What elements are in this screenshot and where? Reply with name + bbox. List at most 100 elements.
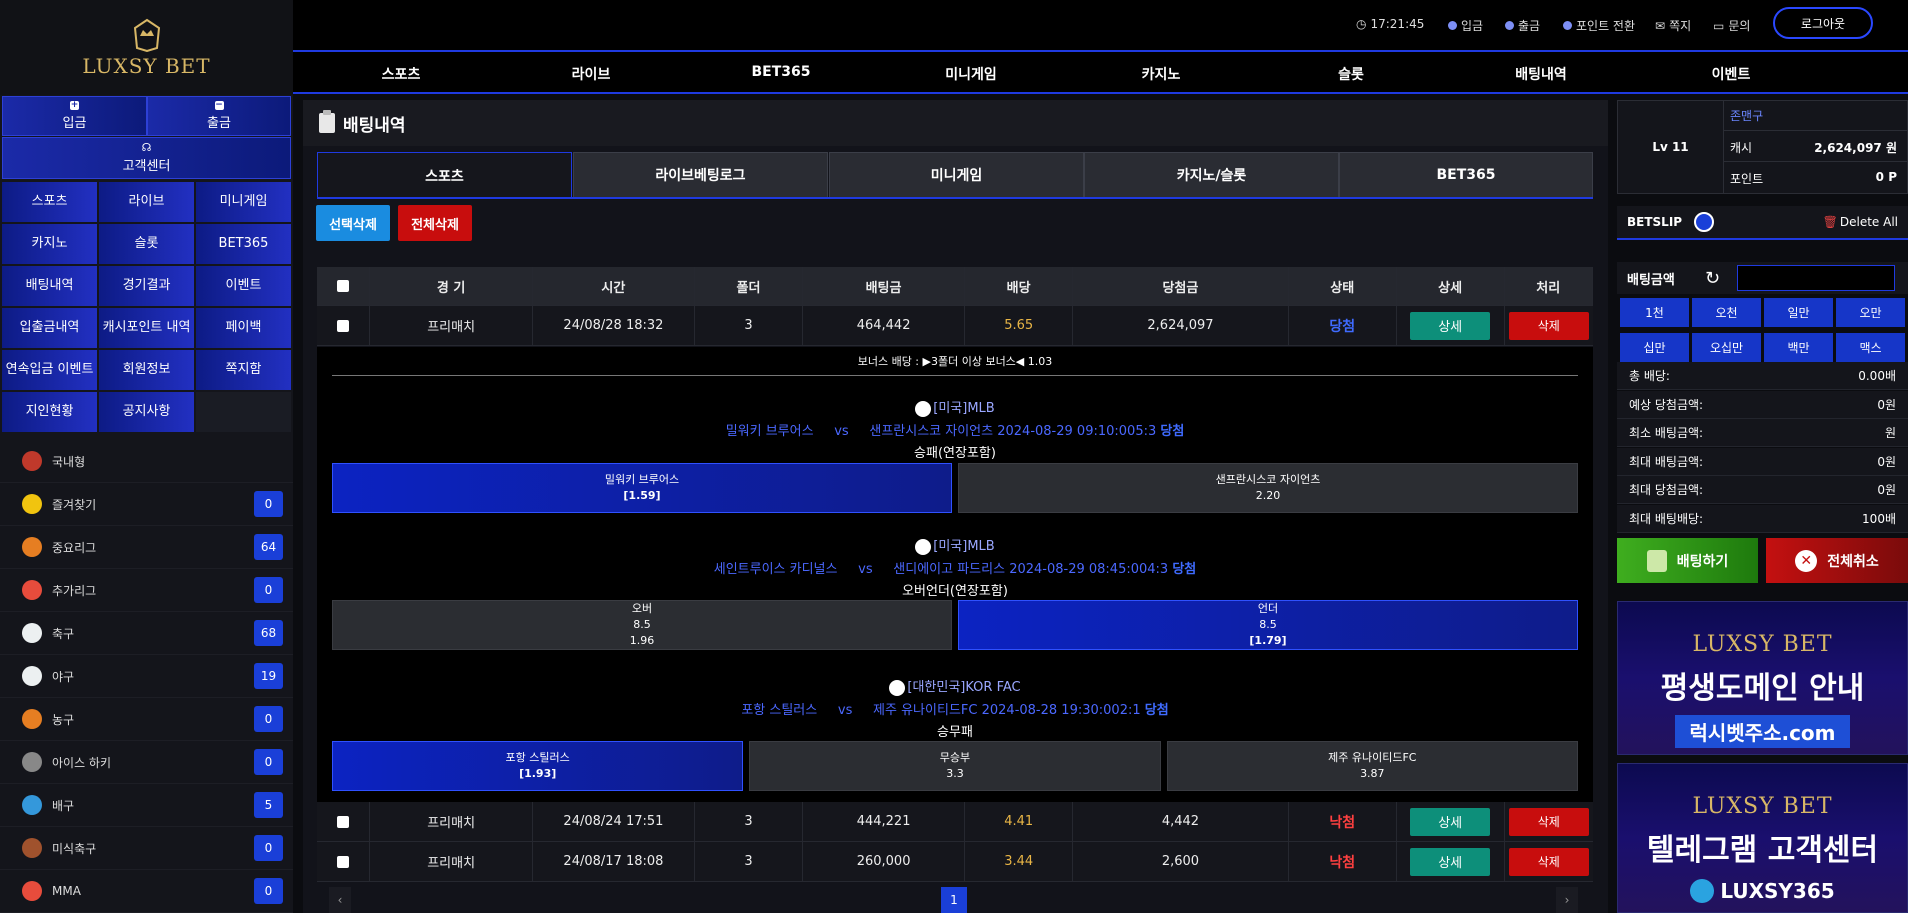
message-link[interactable]: ✉ 쪽지	[1655, 17, 1691, 34]
all-delete-button[interactable]: 전체삭제	[398, 205, 472, 241]
top-deposit-link[interactable]: 입금	[1448, 17, 1483, 34]
banner-telegram[interactable]: LUXSY BET 텔레그램 고객센터 LUXSY365	[1617, 763, 1908, 913]
refresh-icon[interactable]: ↻	[1705, 268, 1729, 289]
cancel-all-button[interactable]: ✕ 전체취소	[1766, 538, 1908, 583]
inquiry-link[interactable]: ▭ 문의	[1713, 17, 1750, 34]
tab-casino-slot[interactable]: 카지노/슬롯	[1084, 152, 1339, 198]
amount-1k[interactable]: 1천	[1620, 298, 1689, 327]
sport-item[interactable]: 아이스 하키 0	[0, 741, 293, 784]
sport-name: 중요리그	[52, 540, 97, 555]
top-bar: ◷ 17:21:45 입금 출금 포인트 전환 ✉ 쪽지 ▭ 문의 로그아웃	[293, 0, 1908, 52]
menu-item-live[interactable]: 라이브	[99, 182, 194, 222]
nav-bet365[interactable]: BET365	[751, 64, 810, 80]
row-type: 프리매치	[427, 320, 476, 335]
amount-max[interactable]: 맥스	[1836, 333, 1905, 362]
delete-button[interactable]: 삭제	[1508, 807, 1589, 836]
banner-domain[interactable]: LUXSY BET 평생도메인 안내 럭시벳주소.com	[1617, 601, 1908, 755]
menu-item-transactions[interactable]: 입출금내역	[2, 308, 97, 348]
bet-amount-input[interactable]	[1737, 265, 1895, 291]
delete-button[interactable]: 삭제	[1508, 847, 1589, 876]
menu-item-sports[interactable]: 스포츠	[2, 182, 97, 222]
tab-sports[interactable]: 스포츠	[317, 152, 572, 198]
tab-bet365[interactable]: BET365	[1339, 152, 1593, 198]
row-checkbox[interactable]	[337, 319, 350, 332]
menu-item-deposit-event[interactable]: 연속입금 이벤트	[2, 350, 97, 390]
odds-option[interactable]: 오버 8.5 1.96	[332, 600, 952, 650]
page-header: 배팅내역	[303, 100, 1608, 146]
user-name: 존맨구	[1724, 101, 1907, 131]
menu-item-payback[interactable]: 페이백	[196, 308, 291, 348]
sport-item[interactable]: MMA 0	[0, 870, 293, 913]
nav-event[interactable]: 이벤트	[1712, 64, 1751, 84]
nav-bet-history[interactable]: 배팅내역	[1515, 64, 1567, 84]
detail-button[interactable]: 상세	[1410, 311, 1491, 340]
support-button[interactable]: ☊ 고객센터	[2, 137, 291, 179]
option-line: 8.5	[633, 618, 651, 631]
deposit-button[interactable]: + 입금	[2, 96, 147, 136]
odds-option[interactable]: 샌프란시스코 자이언츠 2.20	[958, 463, 1578, 513]
row-odds: 4.41	[1004, 814, 1034, 829]
minus-icon: −	[214, 100, 224, 110]
menu-item-referrals[interactable]: 지인현황	[2, 392, 97, 432]
amount-500k[interactable]: 오십만	[1692, 333, 1761, 362]
amount-50k[interactable]: 오만	[1836, 298, 1905, 327]
sport-item[interactable]: 농구 0	[0, 698, 293, 741]
select-all-checkbox[interactable]	[337, 280, 350, 292]
odds-option[interactable]: 언더 8.5 [1.79]	[958, 600, 1578, 650]
menu-item-minigame[interactable]: 미니게임	[196, 182, 291, 222]
sport-item[interactable]: 미식축구 0	[0, 827, 293, 870]
betslip-toggle[interactable]	[1694, 212, 1715, 232]
delete-all-button[interactable]: 🗑 Delete All	[1823, 215, 1898, 229]
odds-option[interactable]: 포항 스틸러스 [1.93]	[332, 741, 744, 791]
row-checkbox[interactable]	[337, 815, 350, 828]
menu-item-slot[interactable]: 슬롯	[99, 224, 194, 264]
banner-telegram-logo: LUXSY BET	[1692, 794, 1833, 819]
odds-option[interactable]: 밀워키 브루어스 [1.59]	[332, 463, 952, 513]
menu-item-messages[interactable]: 쪽지함	[196, 350, 291, 390]
row-bet: 464,442	[856, 318, 911, 333]
detail-button[interactable]: 상세	[1410, 807, 1491, 836]
envelope-icon: ✉	[1655, 18, 1666, 33]
amount-10k[interactable]: 일만	[1764, 298, 1833, 327]
menu-item-member-info[interactable]: 회원정보	[99, 350, 194, 390]
menu-item-bet365[interactable]: BET365	[196, 224, 291, 264]
odds-option[interactable]: 제주 유나이티드FC 3.87	[1166, 741, 1578, 791]
sport-item[interactable]: 축구 68	[0, 612, 293, 655]
select-delete-button[interactable]: 선택삭제	[316, 205, 390, 241]
page-button-1[interactable]: 1	[941, 887, 967, 913]
sport-item[interactable]: 국내형	[0, 440, 293, 483]
withdraw-button[interactable]: − 출금	[147, 96, 291, 136]
menu-item-notice[interactable]: 공지사항	[99, 392, 194, 432]
sport-item[interactable]: 배구 5	[0, 784, 293, 827]
prev-page-button[interactable]: ‹	[329, 887, 351, 913]
tab-minigame[interactable]: 미니게임	[829, 152, 1084, 198]
menu-item-event[interactable]: 이벤트	[196, 266, 291, 306]
menu-item-casino[interactable]: 카지노	[2, 224, 97, 264]
nav-slot[interactable]: 슬롯	[1338, 64, 1364, 84]
sport-item[interactable]: 추가리그 0	[0, 569, 293, 612]
sport-item[interactable]: 야구 19	[0, 655, 293, 698]
nav-minigame[interactable]: 미니게임	[945, 64, 997, 84]
amount-5k[interactable]: 오천	[1692, 298, 1761, 327]
place-bet-button[interactable]: 배팅하기	[1617, 538, 1758, 583]
logout-button[interactable]: 로그아웃	[1773, 7, 1873, 39]
logo[interactable]: LUXSY BET	[0, 0, 293, 95]
row-checkbox[interactable]	[337, 855, 350, 868]
menu-item-results[interactable]: 경기결과	[99, 266, 194, 306]
sport-item[interactable]: 즐겨찾기 0	[0, 483, 293, 526]
nav-sports[interactable]: 스포츠	[382, 64, 421, 84]
menu-item-bet-history[interactable]: 배팅내역	[2, 266, 97, 306]
next-page-button[interactable]: ›	[1556, 887, 1578, 913]
amount-1m[interactable]: 백만	[1764, 333, 1833, 362]
delete-button[interactable]: 삭제	[1508, 311, 1589, 340]
point-convert-link[interactable]: 포인트 전환	[1563, 17, 1635, 34]
nav-casino[interactable]: 카지노	[1142, 64, 1181, 84]
nav-live[interactable]: 라이브	[572, 64, 611, 84]
detail-button[interactable]: 상세	[1410, 847, 1491, 876]
top-withdraw-link[interactable]: 출금	[1505, 17, 1540, 34]
amount-100k[interactable]: 십만	[1620, 333, 1689, 362]
menu-item-cash-point[interactable]: 캐시포인트 내역	[99, 308, 194, 348]
odds-option[interactable]: 무승부 3.3	[749, 741, 1161, 791]
sport-item[interactable]: 중요리그 64	[0, 526, 293, 569]
tab-live-log[interactable]: 라이브베팅로그	[573, 152, 828, 198]
